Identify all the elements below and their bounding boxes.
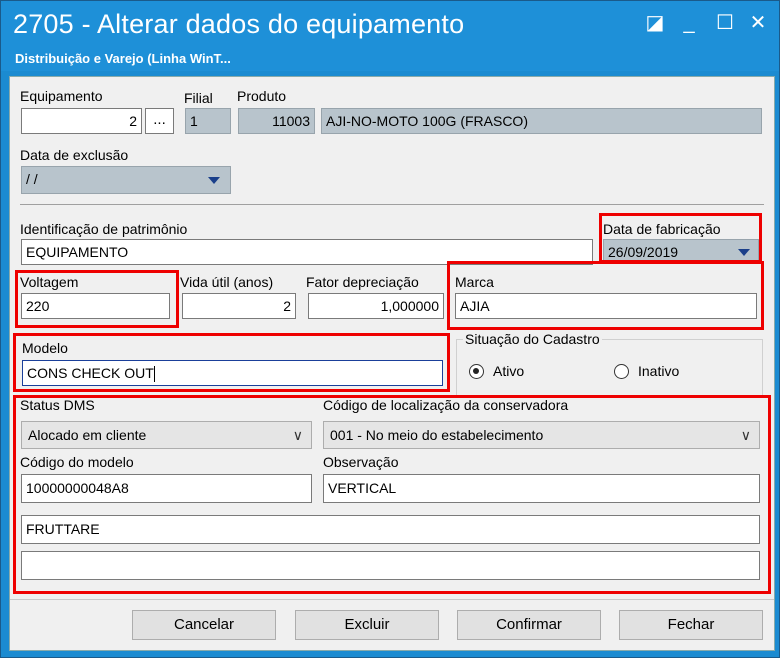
fator-input[interactable]: 1,000000 [308, 293, 444, 319]
fator-label: Fator depreciação [306, 274, 419, 290]
restore-icon[interactable]: ◪ [641, 11, 669, 35]
highlight-bottom-fields [13, 395, 771, 594]
ativo-radio[interactable] [469, 364, 484, 379]
footer-divider [10, 599, 774, 600]
inativo-label[interactable]: Inativo [638, 363, 679, 379]
fechar-button[interactable]: Fechar [619, 610, 763, 640]
filial-input: 1 [185, 108, 231, 134]
title-bar[interactable]: 2705 - Alterar dados do equipamento Dist… [1, 1, 779, 71]
patrimonio-label: Identificação de patrimônio [20, 221, 188, 237]
vida-util-input[interactable]: 2 [182, 293, 296, 319]
inativo-radio[interactable] [614, 364, 629, 379]
data-exclusao-value: / / [26, 171, 38, 187]
data-exclusao-picker[interactable]: / / [21, 166, 231, 194]
radio-selected-dot [473, 368, 479, 374]
produto-description-input: AJI-NO-MOTO 100G (FRASCO) [321, 108, 762, 134]
highlight-data-fabricacao [599, 213, 762, 263]
data-exclusao-label: Data de exclusão [20, 147, 129, 163]
equipamento-label: Equipamento [20, 88, 103, 104]
divider [20, 204, 764, 205]
form-client-area: Equipamento 2 ... Filial 1 Produto 11003… [9, 76, 775, 651]
produto-code-input: 11003 [238, 108, 315, 134]
vida-util-label: Vida útil (anos) [180, 274, 274, 290]
situacao-label: Situação do Cadastro [463, 331, 602, 347]
maximize-icon[interactable]: ☐ [711, 11, 739, 35]
confirmar-button[interactable]: Confirmar [457, 610, 601, 640]
ativo-label[interactable]: Ativo [493, 363, 524, 379]
minimize-icon[interactable]: _ [675, 11, 703, 35]
equipamento-input[interactable]: 2 [21, 108, 142, 134]
highlight-marca [447, 261, 764, 330]
cancelar-button[interactable]: Cancelar [132, 610, 276, 640]
produto-label: Produto [237, 88, 287, 104]
close-icon[interactable]: ✕ [744, 11, 772, 35]
excluir-button[interactable]: Excluir [295, 610, 439, 640]
highlight-modelo [13, 333, 450, 392]
equipamento-lookup-button[interactable]: ... [145, 108, 174, 134]
window-title: 2705 - Alterar dados do equipamento [13, 9, 465, 39]
chevron-down-icon[interactable] [208, 177, 220, 184]
filial-label: Filial [184, 90, 213, 106]
dialog-window: 2705 - Alterar dados do equipamento Dist… [0, 0, 780, 658]
window-subtitle: Distribuição e Varejo (Linha WinT... [15, 51, 231, 66]
highlight-voltagem [15, 270, 179, 328]
